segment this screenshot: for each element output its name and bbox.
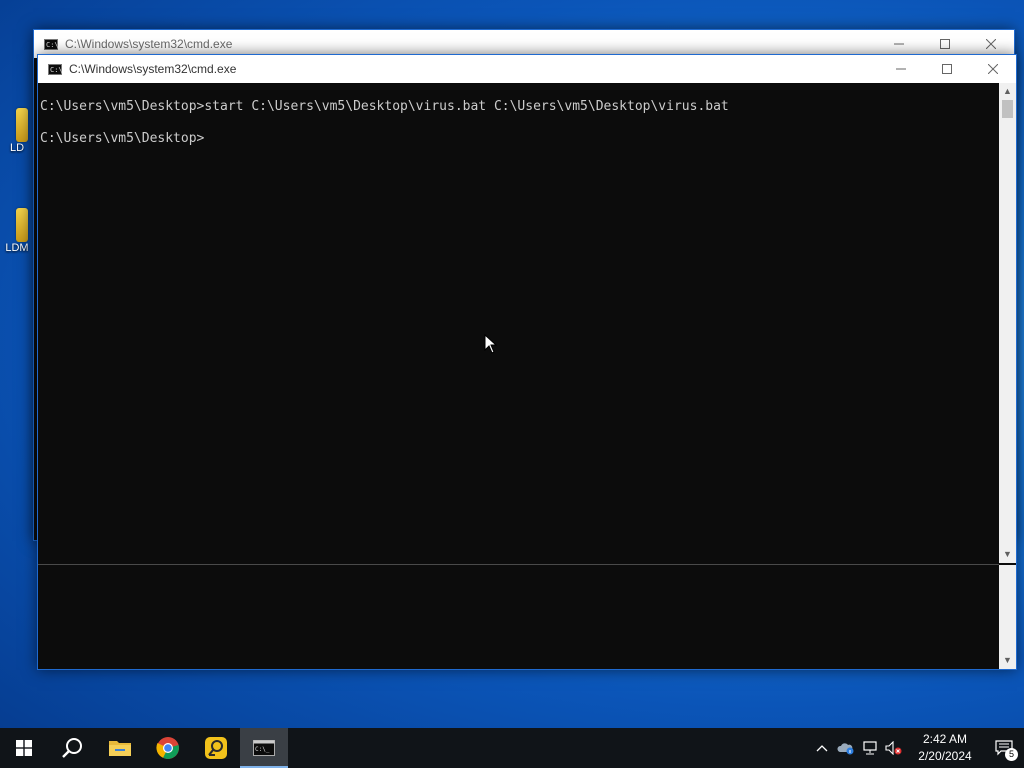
minimize-icon (896, 68, 906, 70)
start-button[interactable] (0, 728, 48, 768)
maximize-button[interactable] (924, 55, 970, 83)
console-prompt: C:\Users\vm5\Desktop> (40, 131, 205, 146)
vertical-scrollbar[interactable]: ▲ ▼ (999, 83, 1016, 563)
windows-logo-icon (16, 740, 32, 756)
network-tray-button[interactable] (858, 728, 882, 768)
action-center-button[interactable]: 5 (984, 728, 1024, 768)
cmd-taskbar-button[interactable]: C:\_ (240, 728, 288, 768)
mouse-cursor-icon (484, 334, 498, 354)
cmd-icon: C:\ (48, 63, 63, 75)
search-button[interactable] (48, 728, 96, 768)
scroll-down-icon[interactable]: ▼ (999, 546, 1016, 563)
scroll-thumb[interactable] (1002, 100, 1013, 118)
folder-icon (109, 741, 131, 756)
cloud-info-icon (837, 743, 854, 755)
window-title: C:\Windows\system32\cmd.exe (69, 62, 237, 76)
window-title: C:\Windows\system32\cmd.exe (65, 37, 233, 51)
scroll-up-icon[interactable]: ▲ (999, 83, 1016, 100)
console-line: C:\Users\vm5\Desktop>start C:\Users\vm5\… (40, 99, 729, 114)
minimize-icon (894, 43, 904, 45)
desktop-icon-ldm[interactable]: LDM (0, 208, 34, 254)
show-hidden-icons-button[interactable] (810, 728, 834, 768)
network-icon (863, 741, 877, 755)
svg-text:C:\_: C:\_ (255, 746, 270, 753)
chrome-button[interactable] (144, 728, 192, 768)
maximize-icon (942, 64, 952, 74)
file-explorer-button[interactable] (96, 728, 144, 768)
ldplayer-icon (205, 737, 227, 759)
title-bar[interactable]: C:\ C:\Windows\system32\cmd.exe (38, 55, 1016, 83)
shortcut-icon (16, 208, 28, 242)
close-button[interactable] (970, 55, 1016, 83)
taskbar: C:\_ 2:42 AM 2/20/2024 5 (0, 728, 1024, 768)
close-icon (986, 39, 996, 49)
clock-time: 2:42 AM (922, 732, 968, 746)
cmd-icon: C:\_ (253, 740, 275, 756)
desktop-icon-label: LDM (5, 242, 29, 254)
scroll-down-icon[interactable]: ▼ (999, 652, 1016, 669)
console-area[interactable]: C:\Users\vm5\Desktop>start C:\Users\vm5\… (38, 83, 1016, 669)
minimize-button[interactable] (878, 55, 924, 83)
onedrive-tray-button[interactable] (834, 728, 858, 768)
maximize-icon (940, 39, 950, 49)
clock-date: 2/20/2024 (918, 749, 972, 763)
chevron-up-icon (816, 745, 828, 752)
cmd-window-front[interactable]: C:\ C:\Windows\system32\cmd.exe C:\Users… (37, 54, 1017, 670)
close-icon (988, 64, 998, 74)
console-output-pane[interactable]: C:\Users\vm5\Desktop>start C:\Users\vm5\… (38, 83, 999, 563)
chrome-icon (156, 737, 179, 759)
notification-count-badge: 5 (1005, 748, 1018, 761)
search-icon (62, 738, 82, 758)
desktop-icon-label: LD (9, 142, 25, 154)
volume-muted-icon (885, 741, 902, 755)
system-tray: 2:42 AM 2/20/2024 5 (810, 728, 1024, 768)
volume-tray-button[interactable] (882, 728, 906, 768)
console-split-pane[interactable] (38, 565, 999, 669)
cmd-icon: C:\ (44, 38, 59, 50)
vertical-scrollbar-lower[interactable]: ▼ (999, 565, 1016, 669)
desktop-icon-ld[interactable]: LD (0, 108, 34, 154)
shortcut-icon (16, 108, 28, 142)
clock[interactable]: 2:42 AM 2/20/2024 (906, 731, 984, 765)
ldplayer-button[interactable] (192, 728, 240, 768)
